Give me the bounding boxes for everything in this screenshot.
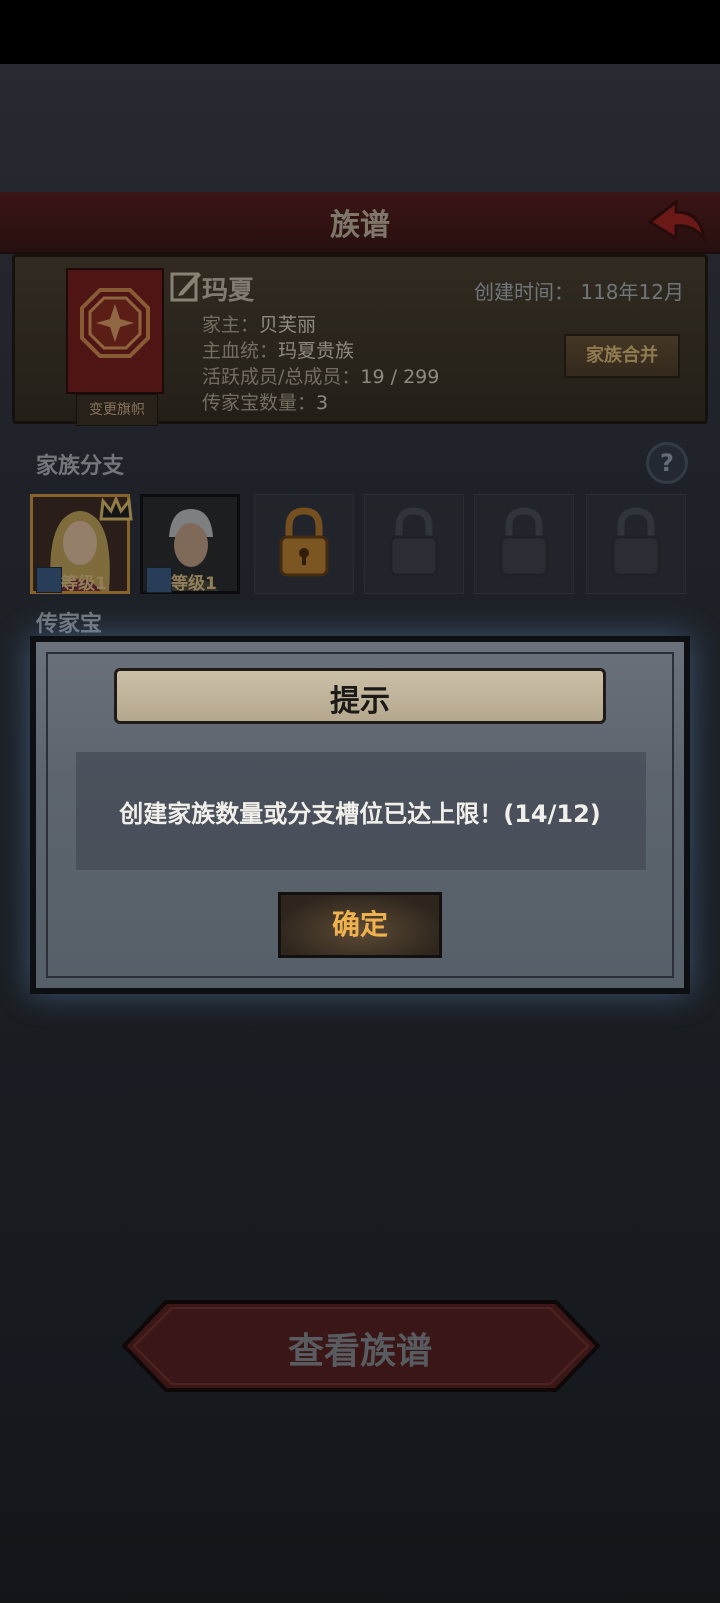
confirm-button[interactable]: 确定 [278, 892, 442, 958]
status-bar [0, 0, 720, 64]
dialog-title: 提示 [330, 684, 390, 719]
dialog-message: 创建家族数量或分支槽位已达上限！(14/12) [119, 800, 601, 828]
